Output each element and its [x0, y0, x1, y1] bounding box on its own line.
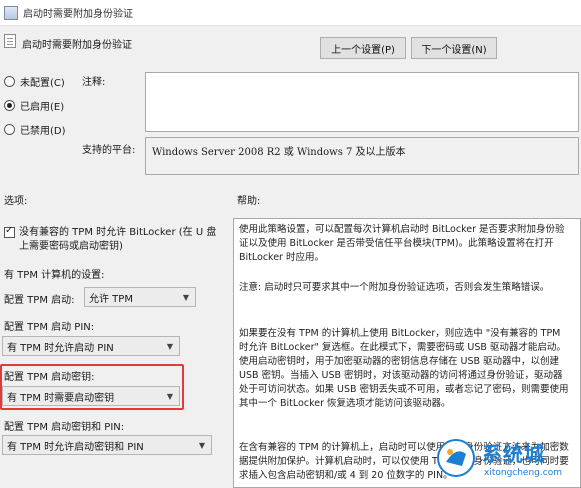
- help-paragraph: 注意: 启动时只可要求其中一个附加身份验证选项，否则会发生策略错误。: [239, 282, 550, 293]
- window-title-bar: 启动时需要附加身份验证: [0, 0, 581, 26]
- help-section-label: 帮助:: [237, 196, 261, 207]
- watermark-url: xitongcheng.com: [484, 468, 562, 478]
- chevron-down-icon: ▼: [166, 392, 173, 401]
- policy-document-icon: [4, 34, 16, 48]
- radio-disabled-label: 已禁用(D): [20, 126, 66, 137]
- chevron-down-icon: ▼: [182, 293, 189, 302]
- watermark-logo-icon: [437, 439, 475, 477]
- radio-not-configured[interactable]: 未配置(C): [4, 74, 65, 89]
- policy-window-icon: [4, 5, 18, 20]
- help-paragraph: 使用此策略设置，可以配置每次计算机启动时 BitLocker 是否要求附加身份验…: [239, 224, 565, 263]
- comment-label: 注释:: [82, 77, 106, 88]
- radio-enabled-label: 已启用(E): [20, 102, 65, 113]
- watermark-brand: 系统城: [482, 442, 545, 466]
- supported-platform-label: 支持的平台:: [82, 145, 136, 156]
- tpm-startup-key-pin-dropdown[interactable]: 有 TPM 时允许启动密钥和 PIN ▼: [2, 435, 212, 455]
- chevron-down-icon: ▼: [198, 441, 205, 450]
- allow-bitlocker-without-tpm[interactable]: 没有兼容的 TPM 时允许 BitLocker (在 U 盘上需要密码或启动密钥…: [4, 225, 218, 254]
- tpm-startup-dropdown[interactable]: 允许 TPM ▼: [84, 287, 196, 307]
- previous-setting-button[interactable]: 上一个设置(P): [320, 37, 406, 59]
- options-section-label: 选项:: [4, 196, 28, 207]
- tpm-startup-value: 允许 TPM: [89, 293, 133, 305]
- window-title: 启动时需要附加身份验证: [23, 9, 133, 20]
- tpm-startup-pin-dropdown[interactable]: 有 TPM 时允许启动 PIN ▼: [2, 336, 180, 356]
- radio-not-configured-circle[interactable]: [4, 76, 15, 87]
- allow-bitlocker-without-tpm-checkbox[interactable]: [4, 225, 15, 238]
- tpm-startup-pin-label: 配置 TPM 启动 PIN:: [4, 322, 95, 333]
- tpm-settings-label: 有 TPM 计算机的设置:: [4, 270, 105, 281]
- tpm-startup-key-value: 有 TPM 时需要启动密钥: [7, 392, 115, 404]
- policy-name: 启动时需要附加身份验证: [22, 40, 132, 51]
- site-watermark: 系统城 xitongcheng.com: [432, 434, 581, 488]
- tpm-startup-pin-value: 有 TPM 时允许启动 PIN: [7, 342, 114, 354]
- radio-disabled[interactable]: 已禁用(D): [4, 122, 66, 137]
- chevron-down-icon: ▼: [166, 342, 173, 351]
- tpm-startup-key-pin-value: 有 TPM 时允许启动密钥和 PIN: [7, 441, 144, 453]
- comment-textarea[interactable]: [145, 72, 579, 132]
- radio-not-configured-label: 未配置(C): [20, 78, 65, 89]
- tpm-startup-key-label: 配置 TPM 启动密钥:: [4, 372, 95, 383]
- tpm-startup-key-pin-label: 配置 TPM 启动密钥和 PIN:: [4, 422, 125, 433]
- supported-platform-value: Windows Server 2008 R2 或 Windows 7 及以上版本: [145, 137, 579, 175]
- radio-enabled[interactable]: 已启用(E): [4, 98, 64, 113]
- radio-enabled-circle[interactable]: [4, 100, 15, 111]
- tpm-startup-label: 配置 TPM 启动:: [4, 295, 75, 306]
- allow-bitlocker-without-tpm-label: 没有兼容的 TPM 时允许 BitLocker (在 U 盘上需要密码或启动密钥…: [19, 227, 217, 252]
- tpm-startup-key-dropdown[interactable]: 有 TPM 时需要启动密钥 ▼: [2, 386, 180, 406]
- radio-disabled-circle[interactable]: [4, 124, 15, 135]
- next-setting-button[interactable]: 下一个设置(N): [411, 37, 497, 59]
- help-paragraph: 如果要在没有 TPM 的计算机上使用 BitLocker，则应选中 "没有兼容的…: [239, 328, 569, 409]
